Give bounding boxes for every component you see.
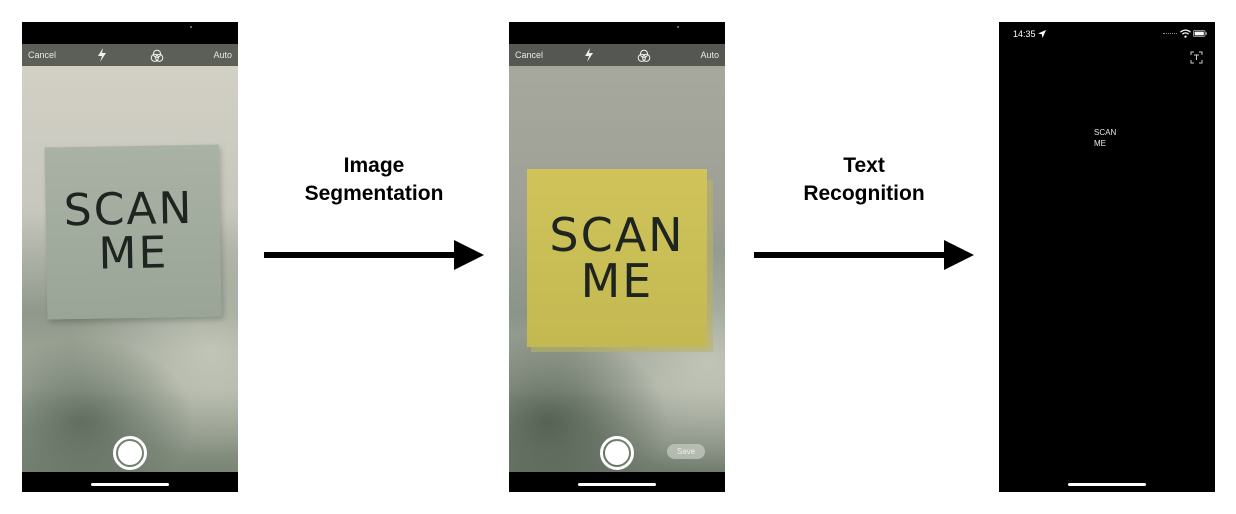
- filter-icon[interactable]: [637, 49, 651, 63]
- camera-dot: [190, 26, 192, 28]
- step-label-segmentation: Image Segmentation: [270, 152, 478, 208]
- step-label-line-1: Text: [843, 154, 885, 177]
- cellular-signal-icon: [1163, 33, 1177, 36]
- step-label-line-2: Recognition: [803, 182, 925, 205]
- camera-toolbar: Cancel Auto: [22, 44, 238, 66]
- bottom-bar: [22, 472, 238, 492]
- location-icon: [1038, 30, 1046, 38]
- shutter-button[interactable]: [600, 436, 634, 470]
- arrow-right-icon: [264, 240, 484, 270]
- note-line-2: ME: [98, 227, 169, 280]
- live-text-icon[interactable]: [1190, 51, 1203, 64]
- wifi-icon: [1180, 29, 1191, 38]
- save-button[interactable]: Save: [667, 444, 705, 459]
- filter-icon[interactable]: [150, 49, 164, 63]
- phone-result-screen: 14:35 SCAN ME: [999, 22, 1215, 492]
- step-label-recognition: Text Recognition: [760, 152, 968, 208]
- recognized-text: SCAN ME: [1094, 128, 1117, 148]
- bottom-bar: [999, 472, 1215, 492]
- camera-toolbar: Cancel Auto: [509, 44, 725, 66]
- battery-icon: [1193, 30, 1207, 37]
- auto-mode-button[interactable]: Auto: [700, 50, 719, 60]
- sticky-note-highlighted: SCAN ME: [527, 169, 707, 347]
- home-indicator: [578, 483, 656, 486]
- note-line-1: SCAN: [63, 182, 194, 237]
- auto-mode-button[interactable]: Auto: [213, 50, 232, 60]
- camera-viewfinder: SCAN ME: [22, 22, 238, 492]
- camera-dot: [677, 26, 679, 28]
- sticky-note: SCAN ME: [44, 144, 222, 320]
- camera-viewfinder: SCAN ME: [509, 22, 725, 492]
- bottom-bar: [509, 472, 725, 492]
- phone-camera-original: SCAN ME Cancel Auto: [22, 22, 238, 492]
- flash-icon[interactable]: [583, 48, 595, 62]
- note-line-2: ME: [580, 254, 654, 308]
- step-label-line-1: Image: [343, 154, 405, 177]
- home-indicator: [1068, 483, 1146, 486]
- status-bar: [22, 22, 238, 44]
- shutter-button[interactable]: [113, 436, 147, 470]
- arrow-right-icon: [754, 240, 974, 270]
- note-line-1: SCAN: [549, 208, 685, 262]
- step-label-line-2: Segmentation: [304, 182, 444, 205]
- home-indicator: [91, 483, 169, 486]
- status-bar: [509, 22, 725, 44]
- phone-camera-segmented: SCAN ME Cancel Auto Save: [509, 22, 725, 492]
- cancel-button[interactable]: Cancel: [515, 50, 543, 60]
- flash-icon[interactable]: [96, 48, 108, 62]
- cancel-button[interactable]: Cancel: [28, 50, 56, 60]
- status-time: 14:35: [1013, 29, 1036, 39]
